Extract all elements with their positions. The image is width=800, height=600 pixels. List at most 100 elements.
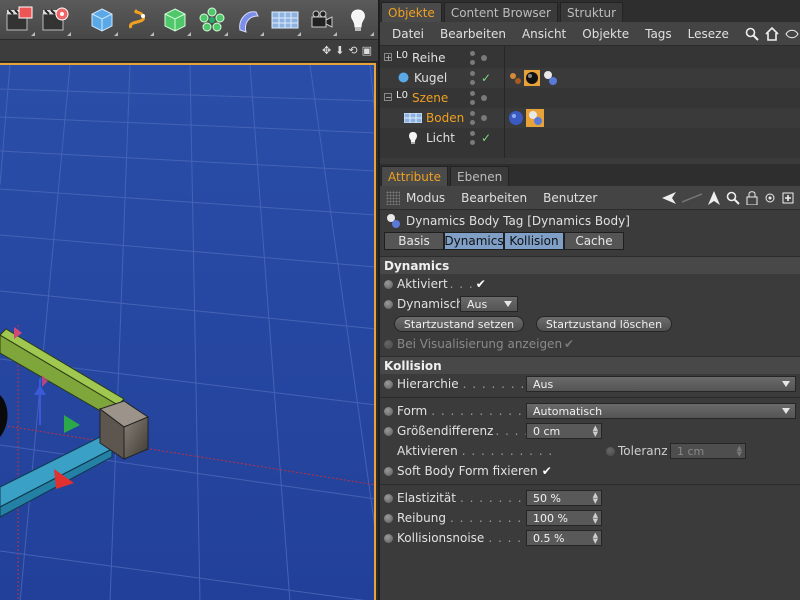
object-row-reihe[interactable]: + L0 Reihe xyxy=(380,48,800,68)
lock-icon[interactable] xyxy=(746,190,758,205)
render-settings-icon[interactable] xyxy=(39,3,73,37)
stepper-arrows-icon[interactable]: ▲ ▼ xyxy=(593,532,598,545)
menu-tags[interactable]: Tags xyxy=(645,27,672,41)
visibility-dots[interactable] xyxy=(470,91,476,105)
deformer-icon[interactable] xyxy=(232,3,266,37)
viewport-canvas[interactable] xyxy=(0,63,376,600)
move-view-icon[interactable]: ✥ xyxy=(322,44,331,57)
param-label: Soft Body Form fixieren xyxy=(397,464,538,478)
material-tag-icon[interactable] xyxy=(524,70,540,86)
spline-icon[interactable] xyxy=(122,3,156,37)
animation-dot[interactable] xyxy=(384,513,393,523)
enabled-check-icon[interactable]: ✓ xyxy=(481,131,491,145)
search-icon[interactable] xyxy=(745,27,759,41)
object-row-kugel[interactable]: Kugel ✓ xyxy=(380,68,800,88)
animation-dot[interactable] xyxy=(384,533,393,543)
collapse-icon[interactable]: − xyxy=(384,93,392,102)
visibility-dots[interactable] xyxy=(470,131,476,145)
material-tag-icon[interactable] xyxy=(508,110,524,126)
up-arrow-icon[interactable] xyxy=(708,190,720,205)
expand-icon[interactable]: + xyxy=(384,53,392,62)
stepper-arrows-icon[interactable]: ▲ ▼ xyxy=(593,492,598,505)
editor-viewport[interactable]: ✥ ⬇ ⟲ ▣ xyxy=(0,40,378,600)
tab-ebenen[interactable]: Ebenen xyxy=(450,166,510,186)
settings-icon[interactable] xyxy=(764,191,776,205)
object-name[interactable]: Boden xyxy=(426,111,464,125)
render-view-icon[interactable] xyxy=(2,3,36,37)
object-name[interactable]: Licht xyxy=(426,131,455,145)
dynamics-tag-icon[interactable] xyxy=(526,109,544,127)
hierarchie-dropdown[interactable]: Aus xyxy=(526,376,796,392)
subtab-dynamics[interactable]: Dynamics xyxy=(444,232,504,250)
animation-dot[interactable] xyxy=(384,406,393,416)
rotate-view-icon[interactable]: ⟲ xyxy=(348,44,357,57)
subtab-basis[interactable]: Basis xyxy=(384,232,444,250)
visibility-dots[interactable] xyxy=(470,71,476,85)
tab-attribute[interactable]: Attribute xyxy=(381,166,448,186)
home-icon[interactable] xyxy=(765,26,779,41)
tab-content-browser[interactable]: Content Browser xyxy=(443,2,558,22)
object-name[interactable]: Kugel xyxy=(414,71,447,85)
softbody-checkbox[interactable]: ✔ xyxy=(542,465,554,477)
enable-dot[interactable] xyxy=(481,95,487,101)
floor-icon[interactable] xyxy=(268,3,302,37)
light-bulb-icon[interactable] xyxy=(341,3,375,37)
dolly-view-icon[interactable]: ⬇ xyxy=(335,44,344,57)
menu-ansicht[interactable]: Ansicht xyxy=(522,27,566,41)
dynamics-tag-icon[interactable] xyxy=(542,70,558,86)
startzustand-setzen-button[interactable]: Startzustand setzen xyxy=(394,316,524,332)
object-row-boden[interactable]: Boden xyxy=(380,108,800,128)
animation-dot[interactable] xyxy=(384,279,393,289)
kollisionsnoise-input[interactable]: 0.5 % ▲ ▼ xyxy=(526,530,602,546)
animation-dot[interactable] xyxy=(384,299,393,309)
dynamisch-dropdown[interactable]: Aus xyxy=(460,296,518,312)
animation-dot[interactable] xyxy=(384,466,393,476)
field-value: 50 % xyxy=(533,491,561,505)
object-name[interactable]: Reihe xyxy=(412,51,446,65)
groessendifferenz-input[interactable]: 0 cm ▲ ▼ xyxy=(526,423,602,439)
menu-objekte[interactable]: Objekte xyxy=(582,27,629,41)
section-kollision[interactable]: Kollision xyxy=(380,356,800,374)
subtab-cache[interactable]: Cache xyxy=(564,232,624,250)
animation-dot[interactable] xyxy=(384,379,393,389)
mograph-icon[interactable] xyxy=(195,3,229,37)
visibility-dots[interactable] xyxy=(470,111,476,125)
menu-datei[interactable]: Datei xyxy=(392,27,424,41)
tab-objekte[interactable]: Objekte xyxy=(381,2,442,22)
object-row-licht[interactable]: Licht ✓ xyxy=(380,128,800,148)
subtab-kollision[interactable]: Kollision xyxy=(504,232,564,250)
aktiviert-checkbox[interactable]: ✔ xyxy=(476,278,488,290)
enabled-check-icon[interactable]: ✓ xyxy=(481,71,491,85)
object-name[interactable]: Szene xyxy=(412,91,448,105)
stepper-arrows-icon[interactable]: ▲ ▼ xyxy=(593,512,598,525)
grip-icon[interactable] xyxy=(386,190,400,205)
menu-lesezeichen[interactable]: Leseze xyxy=(688,27,729,41)
back-arrow-icon[interactable] xyxy=(662,191,676,204)
menu-bearbeiten[interactable]: Bearbeiten xyxy=(461,191,527,205)
stepper-arrows-icon[interactable]: ▲ ▼ xyxy=(593,425,598,438)
enable-dot[interactable] xyxy=(481,55,487,61)
phong-tag-icon[interactable] xyxy=(508,71,522,85)
reibung-input[interactable]: 100 % ▲ ▼ xyxy=(526,510,602,526)
form-dropdown[interactable]: Automatisch xyxy=(526,403,796,419)
animation-dot[interactable] xyxy=(384,493,393,503)
cube-icon[interactable] xyxy=(85,3,119,37)
enable-dot[interactable] xyxy=(481,115,487,121)
camera-icon[interactable] xyxy=(305,3,339,37)
startzustand-loeschen-button[interactable]: Startzustand löschen xyxy=(536,316,672,332)
param-elastizitaet: Elastizität . . . . . . . . . . . . 50 %… xyxy=(380,488,800,508)
new-panel-icon[interactable] xyxy=(782,192,794,204)
maximize-view-icon[interactable]: ▣ xyxy=(362,44,372,57)
tab-struktur[interactable]: Struktur xyxy=(560,2,624,22)
eye-icon[interactable] xyxy=(785,29,799,39)
menu-modus[interactable]: Modus xyxy=(406,191,445,205)
nurbs-icon[interactable] xyxy=(158,3,192,37)
object-row-szene[interactable]: − L0 Szene xyxy=(380,88,800,108)
visibility-dots[interactable] xyxy=(470,51,476,65)
section-dynamics[interactable]: Dynamics xyxy=(380,256,800,274)
elastizitaet-input[interactable]: 50 % ▲ ▼ xyxy=(526,490,602,506)
animation-dot[interactable] xyxy=(384,426,393,436)
menu-benutzer[interactable]: Benutzer xyxy=(543,191,597,205)
menu-bearbeiten[interactable]: Bearbeiten xyxy=(440,27,506,41)
search-icon[interactable] xyxy=(726,191,740,205)
